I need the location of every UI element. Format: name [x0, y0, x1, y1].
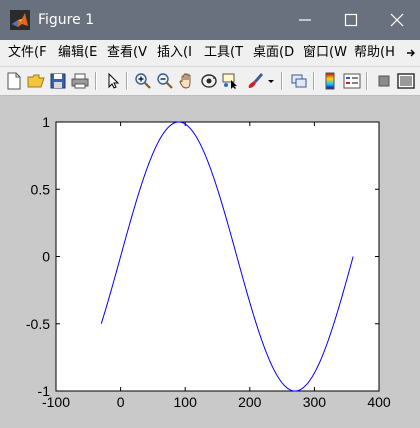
minimize-icon	[299, 19, 311, 21]
data-cursor-icon	[222, 73, 237, 89]
brush-icon	[248, 73, 263, 88]
menu-bar: 文件(F 编辑(E 查看(V 插入(I 工具(T 桌面(D 窗口(W 帮助(H	[0, 40, 420, 67]
maximize-button[interactable]	[328, 0, 374, 40]
print-icon	[71, 73, 89, 89]
link-button[interactable]	[290, 72, 308, 90]
rotate-3d-icon	[201, 74, 217, 88]
menu-edit[interactable]: 编辑(E	[58, 44, 106, 62]
new-figure-icon	[7, 72, 21, 90]
pan-hand-icon	[179, 73, 191, 89]
show-plot-tools-icon	[397, 73, 415, 89]
data-cursor-button[interactable]	[222, 72, 240, 90]
window-title: Figure 1	[38, 12, 95, 28]
zoom-in-button[interactable]	[134, 72, 152, 90]
x-tick-label: 100	[174, 394, 198, 410]
chevron-right-icon[interactable]	[404, 45, 418, 61]
new-figure-button[interactable]	[5, 72, 23, 90]
y-tick-label: -1	[38, 383, 51, 399]
toolbar-separator	[366, 72, 368, 90]
plot-svg: -100 0 100 200 300 400-1-0.500.51	[26, 114, 391, 410]
y-tick-label: -0.5	[26, 316, 50, 332]
colorbar-button[interactable]	[321, 72, 339, 90]
figure-canvas: -100 0 100 200 300 400 -1 -0.5 0 0.5 1	[0, 96, 420, 428]
menu-view[interactable]: 查看(V	[107, 44, 155, 62]
zoom-out-button[interactable]	[156, 72, 174, 90]
y-tick-label: 0	[42, 249, 50, 265]
pan-button[interactable]	[178, 72, 196, 90]
toolbar-separator	[281, 72, 283, 90]
x-tick-label: 0	[117, 394, 125, 410]
open-file-icon	[27, 74, 45, 88]
print-button[interactable]	[71, 72, 89, 90]
chevron-down-icon	[268, 80, 274, 83]
legend-button[interactable]	[343, 72, 361, 90]
toolbar	[0, 67, 420, 96]
zoom-in-icon	[135, 73, 151, 89]
close-button[interactable]	[374, 0, 420, 40]
menu-desktop[interactable]: 桌面(D	[253, 44, 301, 62]
menu-insert[interactable]: 插入(I	[157, 44, 205, 62]
save-icon	[50, 73, 66, 89]
hide-plot-tools-icon	[378, 75, 390, 87]
toolbar-separator	[95, 72, 97, 90]
menu-tools[interactable]: 工具(T	[204, 44, 252, 62]
x-tick-label: 400	[367, 394, 391, 410]
colorbar-icon	[325, 72, 335, 90]
y-tick-label: 0.5	[31, 181, 51, 197]
menu-window[interactable]: 窗口(W	[303, 44, 351, 62]
y-tick-label: 1	[42, 114, 50, 130]
save-button[interactable]	[49, 72, 67, 90]
zoom-out-icon	[157, 73, 173, 89]
x-tick-label: 300	[303, 394, 327, 410]
matlab-logo-icon	[10, 10, 30, 30]
minimize-button[interactable]	[282, 0, 328, 40]
pointer-icon	[108, 72, 120, 89]
toolbar-separator	[126, 72, 128, 90]
pointer-button[interactable]	[104, 72, 122, 90]
hide-plot-tools-button[interactable]	[375, 72, 393, 90]
open-file-button[interactable]	[27, 72, 45, 90]
axes-background[interactable]	[55, 121, 380, 392]
brush-dropdown[interactable]	[266, 72, 276, 90]
menu-file[interactable]: 文件(F	[8, 44, 56, 62]
maximize-icon	[344, 13, 358, 27]
x-tick-label: 200	[238, 394, 262, 410]
title-bar: Figure 1	[0, 0, 420, 40]
rotate-3d-button[interactable]	[200, 72, 218, 90]
legend-icon	[343, 73, 361, 89]
brush-button[interactable]	[246, 72, 264, 90]
toolbar-separator	[313, 72, 315, 90]
close-icon	[390, 13, 404, 27]
show-plot-tools-button[interactable]	[397, 72, 415, 90]
menu-help[interactable]: 帮助(H	[354, 44, 402, 62]
link-icon	[291, 74, 307, 88]
